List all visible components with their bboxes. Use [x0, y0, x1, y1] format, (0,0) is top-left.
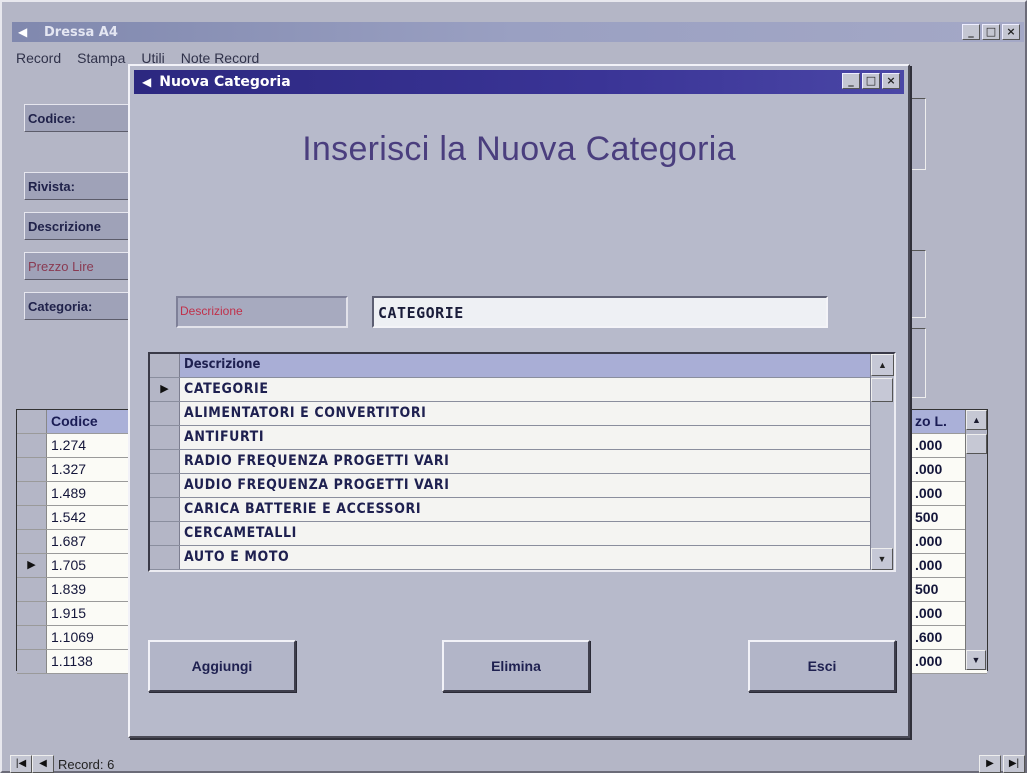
table-row[interactable]: 1.327 — [17, 458, 135, 482]
scroll-up-icon[interactable]: ▲ — [966, 410, 987, 430]
list-header-row: Descrizione — [150, 354, 894, 378]
first-record-icon[interactable]: |◀ — [10, 755, 32, 773]
dialog-app-icon: ◀ — [142, 75, 152, 89]
field-label-codice: Codice: — [24, 104, 134, 132]
prev-record-icon[interactable]: ◀ — [32, 755, 54, 773]
dialog-title: Nuova Categoria — [159, 74, 291, 90]
table-row[interactable]: 1.489 — [17, 482, 135, 506]
list-item[interactable]: RADIO FREQUENZA PROGETTI VARI — [150, 450, 894, 474]
close-icon[interactable]: × — [1002, 24, 1020, 40]
close-icon[interactable]: × — [882, 73, 900, 89]
list-item[interactable]: ANTIFURTI — [150, 426, 894, 450]
list-item[interactable]: ▶ CATEGORIE — [150, 378, 894, 402]
table-row[interactable]: ▶ 1.705 — [17, 554, 135, 578]
main-window-title: Dressa A4 — [44, 24, 118, 40]
current-row-indicator-icon: ▶ — [17, 554, 47, 577]
table-row[interactable]: 1.1138 — [17, 650, 135, 674]
last-record-icon[interactable]: ▶| — [1003, 755, 1025, 773]
record-counter: Record: 6 — [58, 756, 115, 772]
maximize-icon[interactable]: □ — [862, 73, 880, 89]
dialog-titlebar: ◀ Nuova Categoria _ □ × — [134, 70, 904, 94]
grid-scrollbar[interactable]: ▲ ▼ — [965, 410, 987, 670]
next-record-icon[interactable]: ▶ — [979, 755, 1001, 773]
scroll-down-icon[interactable]: ▼ — [871, 548, 893, 570]
list-scrollbar[interactable]: ▲ ▼ — [870, 354, 894, 570]
table-row[interactable]: 1.915 — [17, 602, 135, 626]
table-row[interactable]: 1.1069 — [17, 626, 135, 650]
restore-icon[interactable]: □ — [982, 24, 1000, 40]
list-item[interactable]: CARICA BATTERIE E ACCESSORI — [150, 498, 894, 522]
grid-header-codice: Codice — [47, 410, 135, 433]
category-list[interactable]: Descrizione ▶ CATEGORIE ALIMENTATORI E CO… — [148, 352, 896, 572]
table-row[interactable]: 1.542 — [17, 506, 135, 530]
scroll-thumb[interactable] — [966, 434, 987, 454]
field-label-categoria: Categoria: — [24, 292, 134, 320]
minimize-icon[interactable]: _ — [842, 73, 860, 89]
list-item[interactable]: AUTO E MOTO — [150, 546, 894, 570]
records-grid[interactable]: Codice 1.274 1.327 1.489 1.542 1.687 ▶ 1.… — [16, 409, 136, 674]
add-button[interactable]: Aggiungi — [148, 640, 296, 692]
app-icon: ◀ — [18, 25, 28, 39]
table-row[interactable]: 1.839 — [17, 578, 135, 602]
table-row[interactable]: 1.274 — [17, 434, 135, 458]
records-grid-right[interactable]: zo L. .000 .000 .000 500 .000 .000 500 .… — [908, 409, 988, 674]
field-label-rivista: Rivista: — [24, 172, 134, 200]
new-category-dialog: ◀ Nuova Categoria _ □ × Inserisci la Nuo… — [128, 64, 910, 738]
list-item[interactable]: AUDIO FREQUENZA PROGETTI VARI — [150, 474, 894, 498]
grid-header-row: Codice — [17, 410, 135, 434]
field-frame — [910, 328, 926, 398]
field-frame — [910, 98, 926, 170]
record-navigator: |◀ ◀ Record: 6 ▶ ▶| — [10, 754, 1025, 773]
menu-record[interactable]: Record — [16, 50, 61, 70]
field-label-prezzo: Prezzo Lire — [24, 252, 134, 280]
scroll-up-icon[interactable]: ▲ — [871, 354, 894, 376]
description-label: Descrizione — [176, 296, 348, 328]
dialog-heading: Inserisci la Nuova Categoria — [302, 130, 736, 168]
list-item[interactable]: ALIMENTATORI E CONVERTITORI — [150, 402, 894, 426]
table-row[interactable]: 1.687 — [17, 530, 135, 554]
main-titlebar: ◀ Dressa A4 _ □ × — [12, 22, 1024, 42]
menu-stampa[interactable]: Stampa — [77, 50, 125, 70]
field-label-descrizione: Descrizione — [24, 212, 134, 240]
field-frame — [910, 250, 926, 318]
list-item[interactable]: CERCAMETALLI — [150, 522, 894, 546]
delete-button[interactable]: Elimina — [442, 640, 590, 692]
scroll-down-icon[interactable]: ▼ — [966, 650, 986, 670]
exit-button[interactable]: Esci — [748, 640, 896, 692]
current-row-indicator-icon: ▶ — [150, 378, 180, 401]
scroll-thumb[interactable] — [871, 378, 893, 402]
minimize-icon[interactable]: _ — [962, 24, 980, 40]
description-input[interactable]: CATEGORIE — [372, 296, 828, 328]
list-header-descrizione: Descrizione — [180, 354, 894, 377]
